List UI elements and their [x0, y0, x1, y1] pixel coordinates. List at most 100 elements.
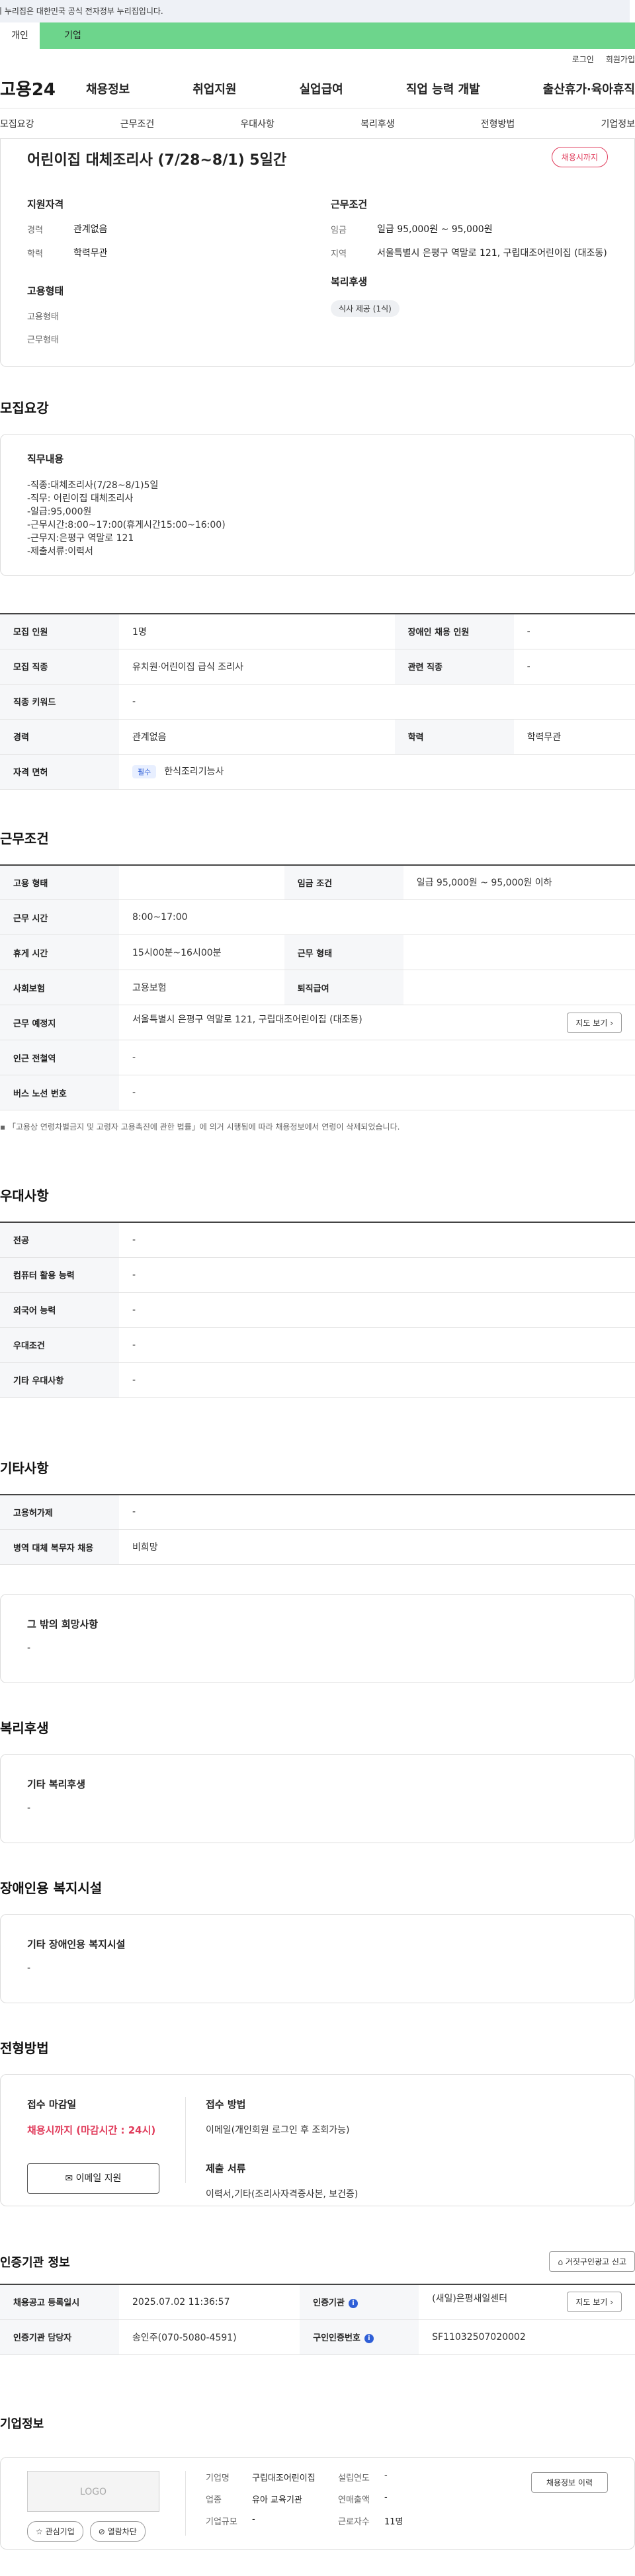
- table-row: 고용 형태 임금 조건 일급 95,000원 ~ 95,000원 이하: [0, 864, 635, 900]
- section-nav-item[interactable]: 전형방법: [481, 117, 515, 130]
- agency-table: 채용공고 등록일시 2025.07.02 11:36:57 인증기관 i (새일)은평새…: [0, 2284, 635, 2355]
- section-nav-item[interactable]: 우대사항: [240, 117, 275, 130]
- table-row: 인근 전철역 -: [0, 1040, 635, 1075]
- tab-company[interactable]: 기업: [40, 22, 106, 49]
- company-card: LOGO ☆ 관심기업 ⊘ 열람차단 기업명 구립대조어린이집 설립연도 - 업종 유아 …: [0, 2456, 635, 2550]
- table-row: 모집 직종 유치원·어린이집 급식 조리사 관련 직종 -: [0, 649, 635, 685]
- summary-key: 고용형태: [27, 312, 59, 322]
- login-link[interactable]: 로그인: [572, 54, 594, 65]
- gnb-item[interactable]: 실업급여: [300, 80, 343, 97]
- table-row: 고용허가제 -: [0, 1494, 635, 1530]
- gov-banner-text: 이 누리집은 대한민국 공식 전자정부 누리집입니다.: [0, 7, 163, 16]
- gnb-item[interactable]: 출산휴가·육아휴직: [543, 80, 635, 97]
- duty-line: -직무: 어린이집 대체조리사: [27, 493, 134, 504]
- table-value-text: -: [132, 1304, 136, 1315]
- table-row: 기타 우대사항 -: [0, 1362, 635, 1398]
- table-value-text: 학력무관: [527, 731, 562, 743]
- table-value-text: 15시00분~16시00분: [132, 948, 222, 958]
- info-icon[interactable]: i: [364, 2333, 374, 2343]
- table-value: (새일)은평새일센터 지도 보기 ›: [419, 2284, 635, 2320]
- table-key: 관련 직종: [394, 649, 514, 685]
- info-icon[interactable]: i: [348, 2298, 358, 2308]
- table-value-text: 비희망: [132, 1542, 158, 1553]
- table-key: 외국어 능력: [0, 1292, 119, 1328]
- table-value: 1명: [119, 614, 395, 649]
- deadline-value: 채용시까지 (마감시간 : 24시): [27, 2124, 156, 2136]
- section-nav-item[interactable]: 모집요강: [0, 117, 34, 130]
- docs-heading: 제출 서류: [206, 2163, 246, 2175]
- company-field-value: 구립대조어린이집: [252, 2473, 316, 2483]
- table-row: 모집 인원 1명 장애인 채용 인원 -: [0, 614, 635, 649]
- etc-table: 고용허가제 - 병역 대체 복무자 채용 비희망: [0, 1493, 635, 1565]
- chevron-icon: ›: [607, 2298, 613, 2307]
- history-label: 채용정보 이력: [546, 2477, 593, 2487]
- welfare-card: 기타 복리후생 -: [0, 1754, 635, 1843]
- table-value: -: [513, 614, 635, 649]
- table-key: 구인인증번호 i: [300, 2319, 419, 2355]
- summary-row: 학력 학력무관: [27, 247, 304, 260]
- duty-line: -직종:대체조리사(7/28~8/1)5일: [27, 480, 159, 491]
- docs-value: 이력서,기타(조리사자격증사본, 보건증): [206, 2189, 359, 2200]
- etc-section-title: 기타사항: [0, 1460, 49, 1476]
- block-view-button[interactable]: ⊘ 열람차단: [89, 2520, 146, 2542]
- block-icon: ⊘: [98, 2526, 105, 2536]
- tab-personal[interactable]: 개인: [0, 22, 40, 49]
- table-key-text: 근무 형태: [297, 948, 333, 959]
- table-key: 근무 형태: [284, 935, 403, 970]
- table-value: -: [119, 1257, 635, 1293]
- section-nav-item[interactable]: 근무조건: [120, 117, 155, 130]
- table-key: 기타 우대사항: [0, 1362, 119, 1398]
- table-value: 필수 한식조리기능사: [119, 754, 635, 790]
- mail-icon: ✉: [65, 2173, 73, 2184]
- report-fake-ad-button[interactable]: ⌂ 거짓구인광고 신고: [549, 2251, 635, 2272]
- gnb-item[interactable]: 직업 능력 개발: [406, 80, 480, 97]
- favorite-company-button[interactable]: ☆ 관심기업: [27, 2520, 83, 2542]
- summary-key: 근무형태: [27, 335, 59, 345]
- table-key-text: 퇴직급여: [297, 983, 329, 994]
- pref-table: 전공 - 컴퓨터 활용 능력 - 외국어 능력 - 우대조건 - 기타 우대사항 -: [0, 1222, 635, 1398]
- table-value: -: [119, 1327, 635, 1363]
- table-row: 컴퓨터 활용 능력 -: [0, 1257, 635, 1293]
- apply-card: 접수 마감일 채용시까지 (마감시간 : 24시) ✉ 이메일 지원 접수 방법…: [0, 2074, 635, 2206]
- recruit-table: 모집 인원 1명 장애인 채용 인원 - 모집 직종 유치원·어린이집 급식 조리사 관련 …: [0, 613, 635, 790]
- age-note-text: 「고용상 연령차별금지 및 고령자 고용촉진에 관한 법률」에 의거 시행됨에 …: [7, 1122, 400, 1132]
- summary-value: 서울특별시 은평구 역말로 121, 구립대조어린이집 (대조동): [377, 248, 607, 259]
- gnb-item[interactable]: 채용정보: [86, 80, 130, 97]
- table-value-text: 한식조리기능사: [164, 767, 224, 777]
- method-heading: 접수 방법: [206, 2098, 246, 2110]
- join-link[interactable]: 회원가입: [606, 54, 635, 65]
- table-key: 사회보험: [0, 970, 119, 1005]
- table-value: 15시00분~16시00분: [119, 935, 284, 970]
- section-nav-item[interactable]: 기업정보: [601, 117, 635, 130]
- table-key-text: 학력: [407, 733, 424, 743]
- gov-banner: 이 누리집은 대한민국 공식 전자정부 누리집입니다.: [0, 0, 630, 22]
- age-note: ▪ 「고용상 연령차별금지 및 고령자 고용촉진에 관한 법률」에 의거 시행됨…: [0, 1122, 400, 1132]
- section-nav-item[interactable]: 복리후생: [360, 117, 395, 130]
- table-value-text: 서울특별시 은평구 역말로 121, 구립대조어린이집 (대조동): [132, 1014, 362, 1025]
- table-key-text: 근무 시간: [13, 913, 48, 924]
- map-view-button[interactable]: 지도 보기 ›: [567, 1012, 622, 1033]
- map-view-button[interactable]: 지도 보기 ›: [567, 2292, 622, 2313]
- qualification-heading: 지원자격: [27, 198, 64, 210]
- map-view-label: 지도 보기: [575, 1018, 608, 1028]
- table-value: -: [513, 649, 635, 685]
- summary-key: 학력: [27, 249, 43, 259]
- table-value: 비희망: [119, 1529, 635, 1565]
- summary-value: 학력무관: [73, 248, 108, 259]
- table-key-text: 장애인 채용 인원: [407, 628, 470, 638]
- table-key: 임금 조건: [284, 864, 403, 900]
- site-logo[interactable]: 고용24: [0, 76, 86, 101]
- table-value-text: 송인주(070-5080-4591): [132, 2332, 237, 2343]
- table-row: 병역 대체 복무자 채용 비희망: [0, 1529, 635, 1565]
- duty-line: -일급:95,000원: [27, 507, 92, 517]
- table-key-text: 우대조건: [13, 1341, 45, 1351]
- job-history-button[interactable]: 채용정보 이력: [530, 2472, 608, 2493]
- table-row: 인증기관 담당자 송인주(070-5080-4591) 구인인증번호 i SF11032…: [0, 2319, 635, 2355]
- email-apply-button[interactable]: ✉ 이메일 지원: [27, 2163, 159, 2194]
- block-label: 열람차단: [107, 2526, 137, 2536]
- table-value: -: [119, 1040, 635, 1075]
- gnb-item[interactable]: 취업지원: [192, 80, 236, 97]
- table-value-text: (새일)은평새일센터: [432, 2294, 508, 2305]
- duty-card: 직무내용 -직종:대체조리사(7/28~8/1)5일 -직무: 어린이집 대체조리…: [0, 434, 635, 576]
- table-row: 경력 관계없음 학력 학력무관: [0, 719, 635, 755]
